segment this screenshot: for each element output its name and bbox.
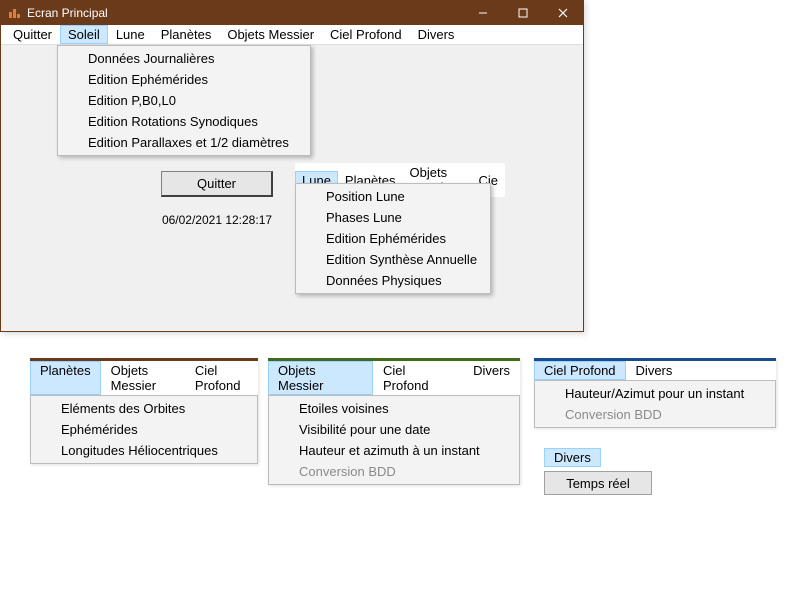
messier-item-visibilite[interactable]: Visibilité pour une date [269, 419, 519, 440]
main-window: Ecran Principal Quitter Soleil Lune Plan… [0, 0, 584, 332]
lune-item-synthese[interactable]: Edition Synthèse Annuelle [296, 249, 490, 270]
ciel-item-hauteur[interactable]: Hauteur/Azimut pour un instant [535, 383, 775, 404]
app-icon [7, 6, 21, 20]
menu-lune[interactable]: Lune [108, 25, 153, 44]
messier-list: Etoiles voisines Visibilité pour une dat… [268, 395, 520, 485]
planetes-fragment: Planètes Objets Messier Ciel Profond Elé… [30, 358, 258, 464]
menu-objets-messier[interactable]: Objets Messier [219, 25, 322, 44]
tab-planetes[interactable]: Planètes [30, 361, 101, 395]
menu-planetes[interactable]: Planètes [153, 25, 220, 44]
menubar: Quitter Soleil Lune Planètes Objets Mess… [1, 25, 583, 45]
menu-soleil[interactable]: Soleil [60, 25, 108, 44]
divers-fragment: Divers Temps réel [544, 448, 674, 495]
tab-divers-3[interactable]: Divers [626, 361, 683, 380]
lune-item-physiques[interactable]: Données Physiques [296, 270, 490, 291]
soleil-dropdown: Données Journalières Edition Ephémérides… [57, 45, 311, 156]
close-button[interactable] [543, 1, 583, 25]
menu-ciel-profond[interactable]: Ciel Profond [322, 25, 410, 44]
tab-ciel-profond-3[interactable]: Ciel Profond [534, 361, 626, 380]
planetes-item-orbites[interactable]: Eléments des Orbites [31, 398, 257, 419]
menu-quitter[interactable]: Quitter [5, 25, 60, 44]
tab-divers[interactable]: Divers [544, 448, 601, 467]
messier-item-conversion: Conversion BDD [269, 461, 519, 482]
lune-item-phases[interactable]: Phases Lune [296, 207, 490, 228]
soleil-item-pb0l0[interactable]: Edition P,B0,L0 [58, 90, 310, 111]
divers-tabs: Divers [544, 448, 674, 467]
tab-ciel-profond[interactable]: Ciel Profond [185, 361, 258, 395]
client-area: Données Journalières Edition Ephémérides… [1, 45, 583, 331]
soleil-item-rotations[interactable]: Edition Rotations Synodiques [58, 111, 310, 132]
messier-fragment: Objets Messier Ciel Profond Divers Etoil… [268, 358, 520, 485]
temps-reel-button[interactable]: Temps réel [544, 471, 652, 495]
quitter-button[interactable]: Quitter [161, 171, 273, 197]
planetes-list: Eléments des Orbites Ephémérides Longitu… [30, 395, 258, 464]
planetes-item-longitudes[interactable]: Longitudes Héliocentriques [31, 440, 257, 461]
window-title: Ecran Principal [27, 6, 463, 20]
minimize-button[interactable] [463, 1, 503, 25]
lune-item-position[interactable]: Position Lune [296, 186, 490, 207]
window-controls [463, 1, 583, 25]
lune-item-ephemerides[interactable]: Edition Ephémérides [296, 228, 490, 249]
lune-dropdown: Position Lune Phases Lune Edition Ephémé… [295, 183, 491, 294]
planetes-item-ephemerides[interactable]: Ephémérides [31, 419, 257, 440]
tab-divers-2[interactable]: Divers [463, 361, 520, 395]
ciel-list: Hauteur/Azimut pour un instant Conversio… [534, 380, 776, 428]
tab-messier[interactable]: Objets Messier [101, 361, 185, 395]
temps-reel-label: Temps réel [566, 476, 630, 491]
soleil-item-donnees[interactable]: Données Journalières [58, 48, 310, 69]
messier-item-etoiles[interactable]: Etoiles voisines [269, 398, 519, 419]
timestamp: 06/02/2021 12:28:17 [161, 213, 273, 227]
soleil-item-parallaxes[interactable]: Edition Parallaxes et 1/2 diamètres [58, 132, 310, 153]
titlebar: Ecran Principal [1, 1, 583, 25]
ciel-fragment: Ciel Profond Divers Hauteur/Azimut pour … [534, 358, 776, 428]
quitter-label: Quitter [197, 176, 236, 191]
soleil-item-ephemerides[interactable]: Edition Ephémérides [58, 69, 310, 90]
tab-ciel-profond-2[interactable]: Ciel Profond [373, 361, 463, 395]
menu-divers[interactable]: Divers [410, 25, 463, 44]
planetes-tabs: Planètes Objets Messier Ciel Profond [30, 361, 258, 395]
maximize-button[interactable] [503, 1, 543, 25]
ciel-item-conversion: Conversion BDD [535, 404, 775, 425]
ciel-tabs: Ciel Profond Divers [534, 361, 776, 380]
messier-item-hauteur[interactable]: Hauteur et azimuth à un instant [269, 440, 519, 461]
tab-objets-messier[interactable]: Objets Messier [268, 361, 373, 395]
messier-tabs: Objets Messier Ciel Profond Divers [268, 361, 520, 395]
